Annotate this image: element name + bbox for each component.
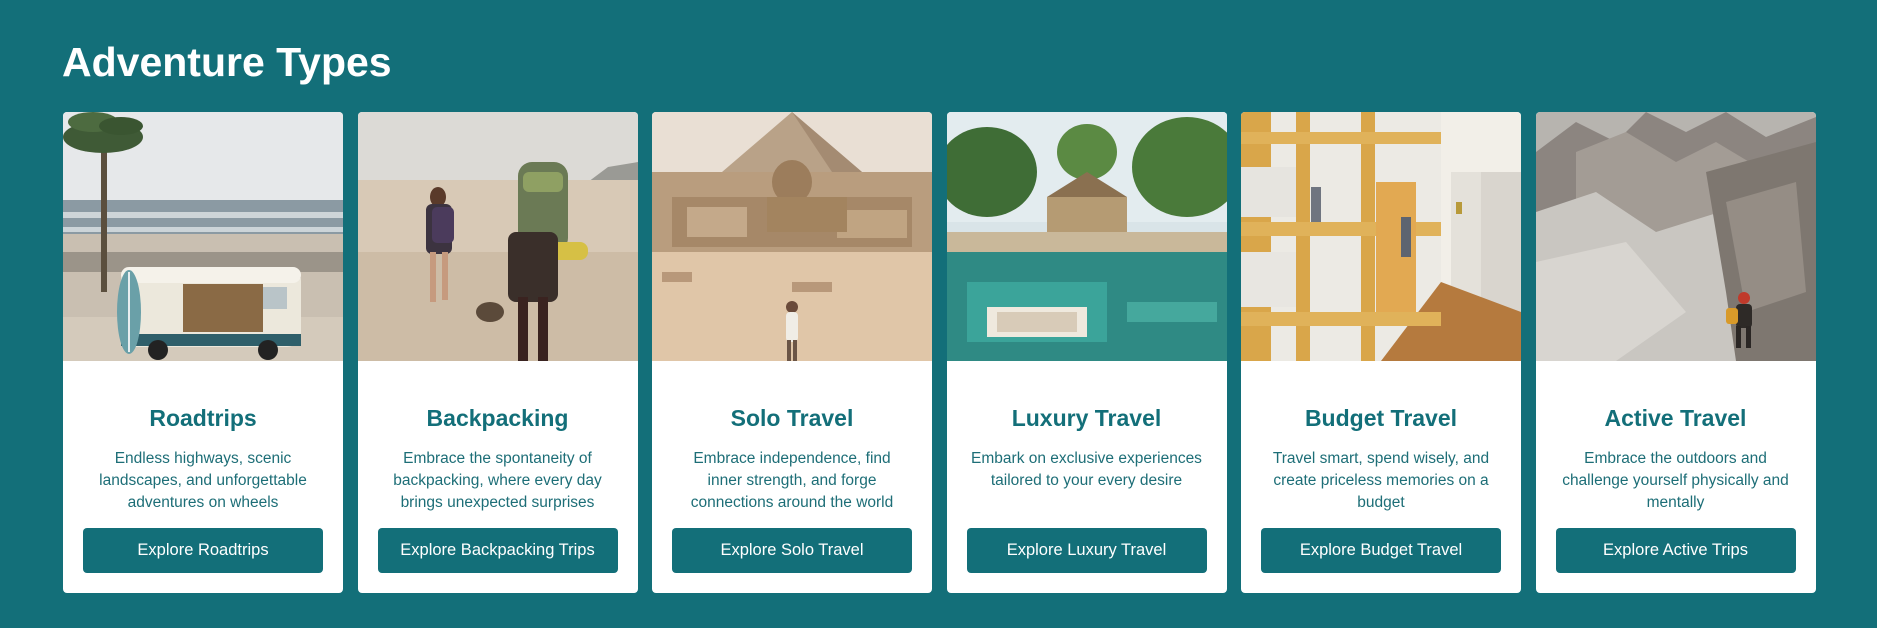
explore-roadtrips-button[interactable]: Explore Roadtrips (83, 528, 323, 573)
explore-backpacking-trips-button[interactable]: Explore Backpacking Trips (377, 528, 618, 573)
explore-luxury-travel-button[interactable]: Explore Luxury Travel (966, 528, 1207, 573)
card-description: Embrace independence, find inner strengt… (690, 450, 894, 511)
sphinx-and-pyramid-image (652, 112, 932, 361)
cards-row: Roadtrips Endless highways, scenic lands… (63, 112, 1816, 593)
card-roadtrips: Roadtrips Endless highways, scenic lands… (63, 112, 343, 593)
card-title: Active Travel (1604, 405, 1747, 431)
section-title: Adventure Types (62, 39, 392, 85)
explore-solo-travel-button[interactable]: Explore Solo Travel (672, 528, 912, 573)
mountain-climber-image (1535, 112, 1816, 361)
hostel-bunk-beds-image (1241, 112, 1521, 361)
card-luxury-travel: Luxury Travel Embark on exclusive experi… (946, 112, 1227, 593)
explore-budget-travel-button[interactable]: Explore Budget Travel (1261, 528, 1501, 573)
card-description: Embrace the spontaneity of backpacking, … (393, 450, 602, 511)
tropical-resort-pool-image (946, 112, 1227, 361)
card-budget-travel: Budget Travel Travel smart, spend wisely… (1241, 112, 1521, 593)
explore-active-trips-button[interactable]: Explore Active Trips (1555, 528, 1796, 573)
card-description: Endless highways, scenic landscapes, and… (99, 450, 307, 511)
card-title: Budget Travel (1304, 405, 1458, 431)
card-description: Travel smart, spend wisely, and create p… (1272, 450, 1490, 511)
card-backpacking: Backpacking Embrace the spontaneity of b… (357, 112, 638, 593)
backpackers-walking-on-beach-image (357, 112, 638, 361)
card-active-travel: Active Travel Embrace the outdoors and c… (1535, 112, 1816, 593)
card-title: Luxury Travel (1011, 405, 1162, 431)
card-title: Solo Travel (730, 405, 854, 431)
card-description: Embark on exclusive experiences tailored… (971, 450, 1202, 489)
card-description: Embrace the outdoors and challenge yours… (1562, 450, 1789, 511)
camper-van-on-beach-image (63, 112, 343, 361)
card-title: Roadtrips (149, 405, 257, 431)
card-title: Backpacking (426, 405, 569, 431)
card-solo-travel: Solo Travel Embrace independence, find i… (652, 112, 932, 593)
adventure-types-section: Adventure Types Roadtrips Endless highwa… (0, 0, 1877, 628)
